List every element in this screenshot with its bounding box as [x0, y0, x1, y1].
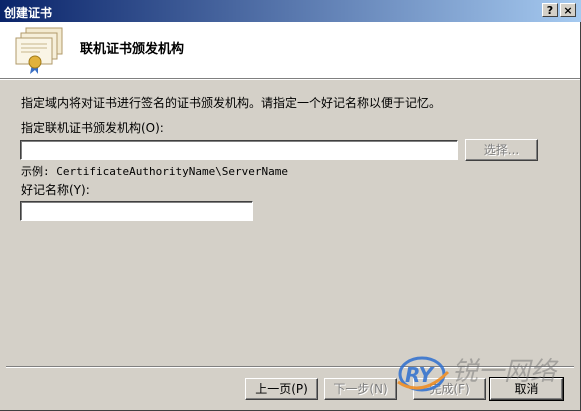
watermark-logo-text: RY	[405, 363, 436, 387]
ca-input[interactable]	[20, 140, 458, 160]
create-certificate-dialog: 创建证书 ? × 联机证书颁发机构 指定域内将对证书进行签名的证书颁发机构。请指…	[0, 0, 581, 411]
description-text: 指定域内将对证书进行签名的证书颁发机构。请指定一个好记名称以便于记忆。	[21, 96, 442, 110]
next-button[interactable]: 下一步(N)	[324, 378, 397, 400]
close-button[interactable]: ×	[560, 3, 576, 17]
ca-label: 指定联机证书颁发机构(O):	[21, 121, 164, 135]
friendly-name-input[interactable]	[20, 201, 253, 221]
window-title: 创建证书	[4, 6, 53, 20]
select-button[interactable]: 选择...	[465, 139, 538, 161]
certificate-icon	[15, 27, 63, 74]
help-button[interactable]: ?	[542, 3, 558, 17]
watermark-logo: RY 锐一网络	[397, 356, 559, 392]
title-bar[interactable]: 创建证书 ? ×	[0, 0, 581, 22]
friendly-name-label: 好记名称(Y):	[21, 183, 90, 197]
back-button[interactable]: 上一页(P)	[245, 378, 318, 400]
example-text: 示例: CertificateAuthorityName\ServerName	[21, 165, 289, 178]
watermark-site-text: 锐一网络	[452, 357, 559, 387]
header-title: 联机证书颁发机构	[80, 42, 185, 57]
header-divider	[0, 79, 580, 80]
wizard-header: 联机证书颁发机构	[0, 22, 580, 79]
